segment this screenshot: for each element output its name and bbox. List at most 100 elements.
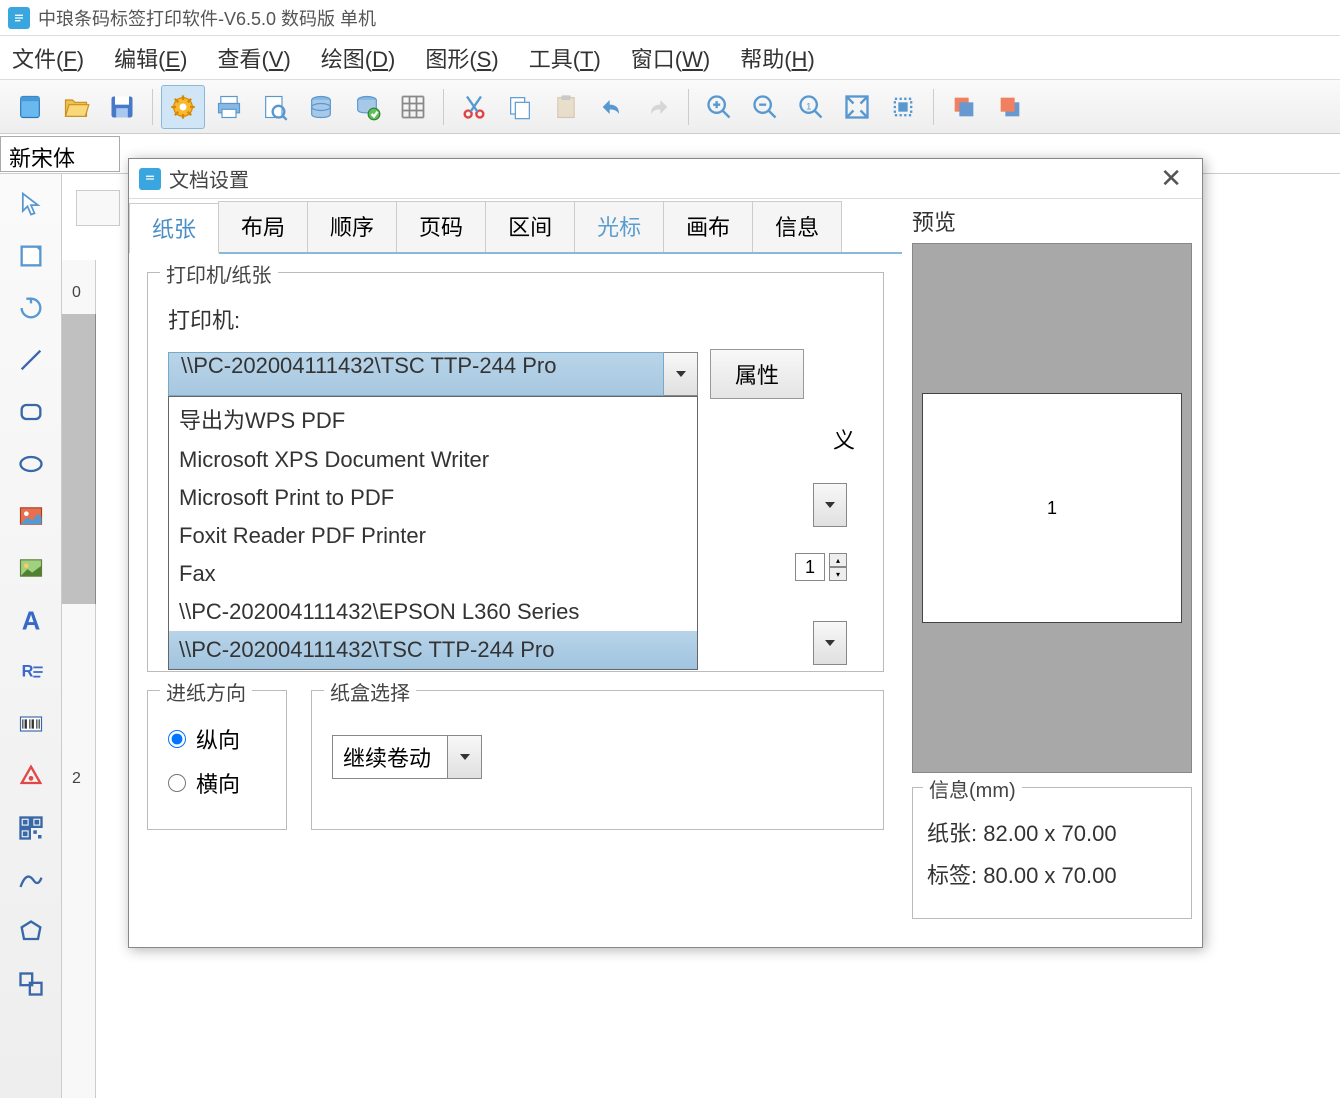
tab-page[interactable]: 页码 xyxy=(396,201,486,252)
orientation-landscape-radio[interactable] xyxy=(168,774,186,792)
menu-file[interactable]: 文件(F) xyxy=(12,42,84,74)
copy-button[interactable] xyxy=(498,85,542,129)
page-tool[interactable] xyxy=(5,232,57,280)
rect-tool[interactable] xyxy=(5,388,57,436)
svg-text:A: A xyxy=(21,607,40,634)
menu-window[interactable]: 窗口(W) xyxy=(631,42,710,74)
close-button[interactable]: ✕ xyxy=(1150,163,1192,194)
printer-dropdown-button[interactable] xyxy=(664,352,698,396)
tab-range[interactable]: 区间 xyxy=(485,201,575,252)
tab-cursor[interactable]: 光标 xyxy=(574,201,664,252)
dropdown-arrow[interactable] xyxy=(813,483,847,527)
tray-section-label: 纸盒选择 xyxy=(324,677,416,706)
image-tool[interactable] xyxy=(5,492,57,540)
printer-option[interactable]: Microsoft XPS Document Writer xyxy=(169,441,697,479)
info-box: 信息(mm) 纸张: 82.00 x 70.00 标签: 80.00 x 70.… xyxy=(912,787,1192,919)
undo-button[interactable] xyxy=(590,85,634,129)
ellipse-tool[interactable] xyxy=(5,440,57,488)
left-toolbar: A R xyxy=(0,174,62,1098)
tray-select[interactable]: 继续卷动 xyxy=(332,735,448,779)
menu-view[interactable]: 查看(V) xyxy=(217,42,290,74)
open-button[interactable] xyxy=(54,85,98,129)
orientation-portrait-label: 纵向 xyxy=(196,723,240,755)
save-button[interactable] xyxy=(100,85,144,129)
preview-page: 1 xyxy=(922,393,1182,623)
orientation-portrait-radio[interactable] xyxy=(168,730,186,748)
printer-option[interactable]: \\PC-202004111432\EPSON L360 Series xyxy=(169,593,697,631)
dialog-tabs: 纸张 布局 顺序 页码 区间 光标 画布 信息 xyxy=(129,201,902,254)
barcode-tool[interactable] xyxy=(5,700,57,748)
zoom-100-button[interactable]: 1 xyxy=(789,85,833,129)
qrcode-tool[interactable] xyxy=(5,804,57,852)
printer-option[interactable]: Foxit Reader PDF Printer xyxy=(169,517,697,555)
polygon-tool[interactable] xyxy=(5,908,57,956)
feed-direction-label: 进纸方向 xyxy=(160,677,252,706)
cut-button[interactable] xyxy=(452,85,496,129)
spin-up[interactable]: ▴ xyxy=(829,553,847,567)
printer-option[interactable]: \\PC-202004111432\TSC TTP-244 Pro xyxy=(169,631,697,669)
database-button[interactable] xyxy=(299,85,343,129)
richtext-tool[interactable]: R xyxy=(5,648,57,696)
tab-paper[interactable]: 纸张 xyxy=(129,203,219,254)
zoom-in-button[interactable] xyxy=(697,85,741,129)
preview-title: 预览 xyxy=(912,205,1192,237)
main-toolbar: 1 xyxy=(0,80,1340,134)
menu-edit[interactable]: 编辑(E) xyxy=(114,42,187,74)
svg-text:R: R xyxy=(21,663,33,681)
printer-select[interactable]: \\PC-202004111432\TSC TTP-244 Pro xyxy=(168,352,664,396)
properties-button[interactable]: 属性 xyxy=(710,349,804,399)
menu-bar: 文件(F) 编辑(E) 查看(V) 绘图(D) 图形(S) 工具(T) 窗口(W… xyxy=(0,36,1340,80)
layer-front-button[interactable] xyxy=(942,85,986,129)
text-tool[interactable]: A xyxy=(5,596,57,644)
title-bar: 中琅条码标签打印软件-V6.5.0 数码版 单机 xyxy=(0,0,1340,36)
settings-button[interactable] xyxy=(161,85,205,129)
tab-info[interactable]: 信息 xyxy=(752,201,842,252)
menu-draw[interactable]: 绘图(D) xyxy=(321,42,396,74)
menu-help[interactable]: 帮助(H) xyxy=(740,42,815,74)
spin-down[interactable]: ▾ xyxy=(829,567,847,581)
tab-layout[interactable]: 布局 xyxy=(218,201,308,252)
zoom-label-button[interactable] xyxy=(881,85,925,129)
dialog-titlebar[interactable]: 文档设置 ✕ xyxy=(129,159,1202,199)
paste-button[interactable] xyxy=(544,85,588,129)
svg-text:1: 1 xyxy=(806,101,811,111)
layer-back-button[interactable] xyxy=(988,85,1032,129)
ruler-corner xyxy=(76,190,120,226)
cursor-tool[interactable] xyxy=(5,180,57,228)
printer-section-label: 打印机/纸张 xyxy=(160,259,278,288)
picture-tool[interactable] xyxy=(5,544,57,592)
document-settings-dialog: 文档设置 ✕ 纸张 布局 顺序 页码 区间 光标 画布 信息 打印机/纸张 打印… xyxy=(128,158,1203,948)
preview-page-number: 1 xyxy=(1047,498,1057,519)
canvas-margin-indicator xyxy=(62,314,96,604)
dialog-title: 文档设置 xyxy=(169,164,249,193)
printer-option[interactable]: Fax xyxy=(169,555,697,593)
zoom-fit-button[interactable] xyxy=(835,85,879,129)
tray-dropdown-button[interactable] xyxy=(448,735,482,779)
printer-option[interactable]: 导出为WPS PDF xyxy=(169,397,697,441)
print-button[interactable] xyxy=(207,85,251,129)
refresh-button[interactable] xyxy=(345,85,389,129)
printer-option[interactable]: Microsoft Print to PDF xyxy=(169,479,697,517)
printer-label: 打印机: xyxy=(168,303,248,335)
group-tool[interactable] xyxy=(5,960,57,1008)
dialog-icon xyxy=(139,168,161,190)
zoom-out-button[interactable] xyxy=(743,85,787,129)
tab-order[interactable]: 顺序 xyxy=(307,201,397,252)
new-doc-button[interactable] xyxy=(8,85,52,129)
triangle-tool[interactable] xyxy=(5,752,57,800)
ruler-mark: 2 xyxy=(72,770,81,788)
font-name-select[interactable]: 新宋体 xyxy=(0,136,120,172)
line-tool[interactable] xyxy=(5,336,57,384)
info-paper-row: 纸张: 82.00 x 70.00 xyxy=(927,816,1177,848)
count-spinner[interactable] xyxy=(795,553,825,581)
preview-button[interactable] xyxy=(253,85,297,129)
menu-tool[interactable]: 工具(T) xyxy=(529,42,601,74)
dropdown-arrow[interactable] xyxy=(813,621,847,665)
tab-canvas[interactable]: 画布 xyxy=(663,201,753,252)
rotate-tool[interactable] xyxy=(5,284,57,332)
curve-tool[interactable] xyxy=(5,856,57,904)
redo-button[interactable] xyxy=(636,85,680,129)
grid-button[interactable] xyxy=(391,85,435,129)
menu-shape[interactable]: 图形(S) xyxy=(425,42,498,74)
info-label-row: 标签: 80.00 x 70.00 xyxy=(927,858,1177,890)
